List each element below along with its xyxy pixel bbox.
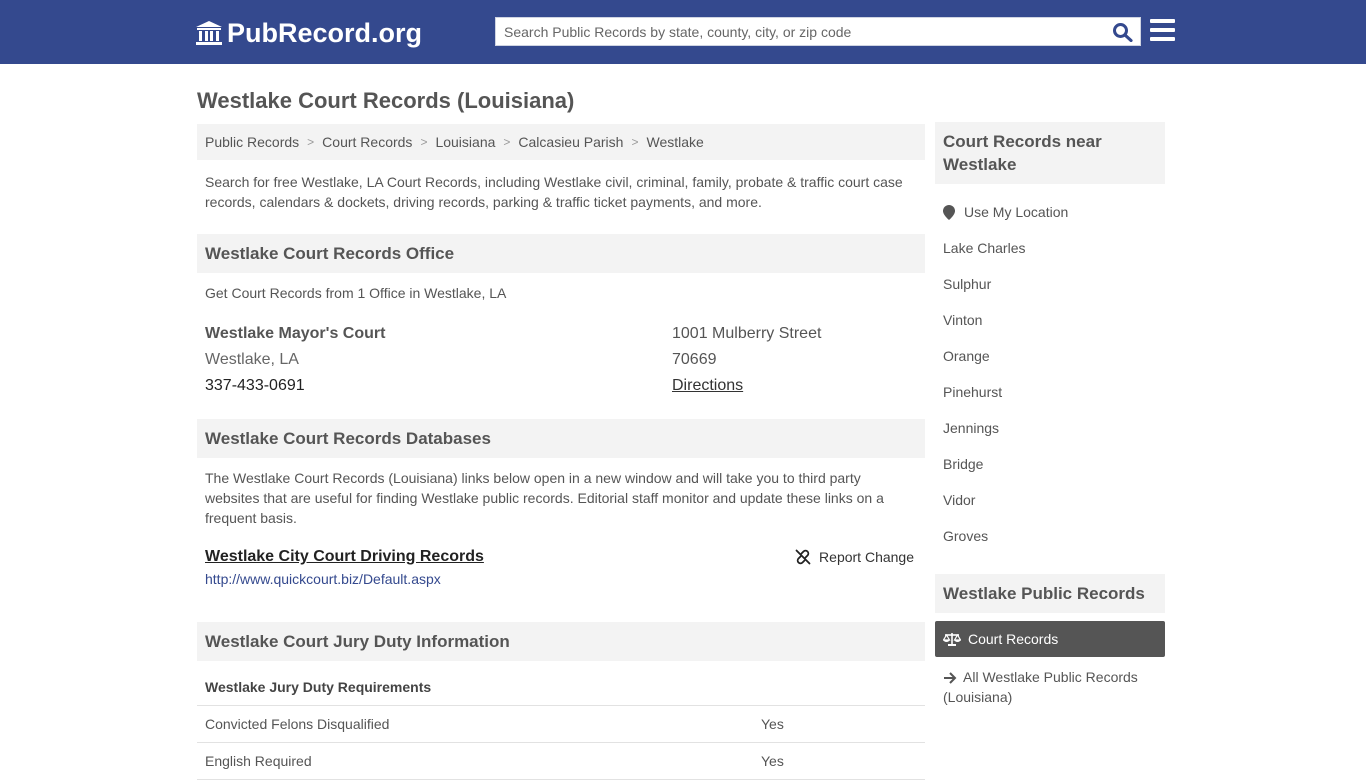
hamburger-menu-icon[interactable] [1150,19,1175,41]
table-row: Convicted Felons Disqualified Yes [197,706,925,743]
report-change-label: Report Change [819,549,914,565]
nearby-item-bridge[interactable]: Bridge [935,446,1165,482]
logo-text: PubRecord.org [227,17,423,48]
breadcrumb-separator: > [631,135,639,149]
breadcrumb-public-records[interactable]: Public Records [205,134,299,150]
directions-link[interactable]: Directions [672,377,743,394]
top-navbar: PubRecord.org [0,0,1366,64]
balance-scale-icon [943,633,961,646]
office-section-heading: Westlake Court Records Office [197,234,925,273]
use-my-location-button[interactable]: Use My Location [935,194,1165,230]
breadcrumb-separator: > [307,135,315,149]
use-my-location-label: Use My Location [964,204,1069,220]
nearby-item-orange[interactable]: Orange [935,338,1165,374]
map-marker-icon [943,204,955,220]
search-icon[interactable] [1112,22,1134,42]
office-name: Westlake Mayor's Court [205,325,386,342]
search-bar [495,17,1141,46]
office-card: Westlake Mayor's Court Westlake, LA 337-… [197,303,925,399]
public-records-heading: Westlake Public Records [935,574,1165,613]
breadcrumb-louisiana[interactable]: Louisiana [435,134,495,150]
jury-section-heading: Westlake Court Jury Duty Information [197,622,925,661]
breadcrumb-separator: > [420,135,428,149]
sidebar-item-court-records[interactable]: Court Records [935,621,1165,657]
nearby-item-jennings[interactable]: Jennings [935,410,1165,446]
nearby-item-pinehurst[interactable]: Pinehurst [935,374,1165,410]
broken-link-icon [795,549,811,565]
database-link-url[interactable]: http://www.quickcourt.biz/Default.aspx [197,566,925,587]
table-row: English Required Yes [197,743,925,780]
nearby-item-vidor[interactable]: Vidor [935,482,1165,518]
jury-requirement-label: Convicted Felons Disqualified [205,716,390,732]
all-public-records-link[interactable]: All Westlake Public Records (Louisiana) [935,657,1165,707]
site-logo[interactable]: PubRecord.org [195,18,422,48]
court-records-label: Court Records [968,631,1059,647]
nearby-item-lake-charles[interactable]: Lake Charles [935,230,1165,266]
jury-requirements-heading: Westlake Jury Duty Requirements [197,661,925,706]
nearby-list: Use My Location Lake Charles Sulphur Vin… [935,184,1165,554]
breadcrumb-court-records[interactable]: Court Records [322,134,412,150]
jury-requirement-value: Yes [761,716,784,732]
office-zip: 70669 [672,351,717,368]
main-content: Public Records > Court Records > Louisia… [197,124,925,780]
office-street: 1001 Mulberry Street [672,325,822,342]
office-city: Westlake, LA [205,351,299,368]
breadcrumb-calcasieu-parish[interactable]: Calcasieu Parish [518,134,623,150]
databases-description: The Westlake Court Records (Louisiana) l… [205,470,884,526]
sidebar: Court Records near Westlake Use My Locat… [935,122,1165,707]
breadcrumb-westlake[interactable]: Westlake [646,134,703,150]
jury-requirement-value: Yes [761,753,784,769]
courthouse-icon [196,21,222,45]
arrow-right-icon [944,672,957,684]
office-count-text: Get Court Records from 1 Office in Westl… [205,285,507,301]
nearby-heading: Court Records near Westlake [935,122,1165,184]
breadcrumb: Public Records > Court Records > Louisia… [197,124,925,160]
search-input[interactable] [496,18,1106,45]
database-link-row: Westlake City Court Driving Records Repo… [197,528,925,566]
office-phone[interactable]: 337-433-0691 [205,373,672,399]
nearby-item-groves[interactable]: Groves [935,518,1165,554]
all-public-records-label: All Westlake Public Records (Louisiana) [943,669,1138,705]
jury-requirement-label: English Required [205,753,312,769]
report-change-button[interactable]: Report Change [795,549,914,565]
intro-text: Search for free Westlake, LA Court Recor… [205,174,903,210]
page-title: Westlake Court Records (Louisiana) [197,88,575,113]
databases-section-heading: Westlake Court Records Databases [197,419,925,458]
nearby-item-vinton[interactable]: Vinton [935,302,1165,338]
database-link-title[interactable]: Westlake City Court Driving Records [205,548,484,566]
breadcrumb-separator: > [503,135,511,149]
nearby-item-sulphur[interactable]: Sulphur [935,266,1165,302]
